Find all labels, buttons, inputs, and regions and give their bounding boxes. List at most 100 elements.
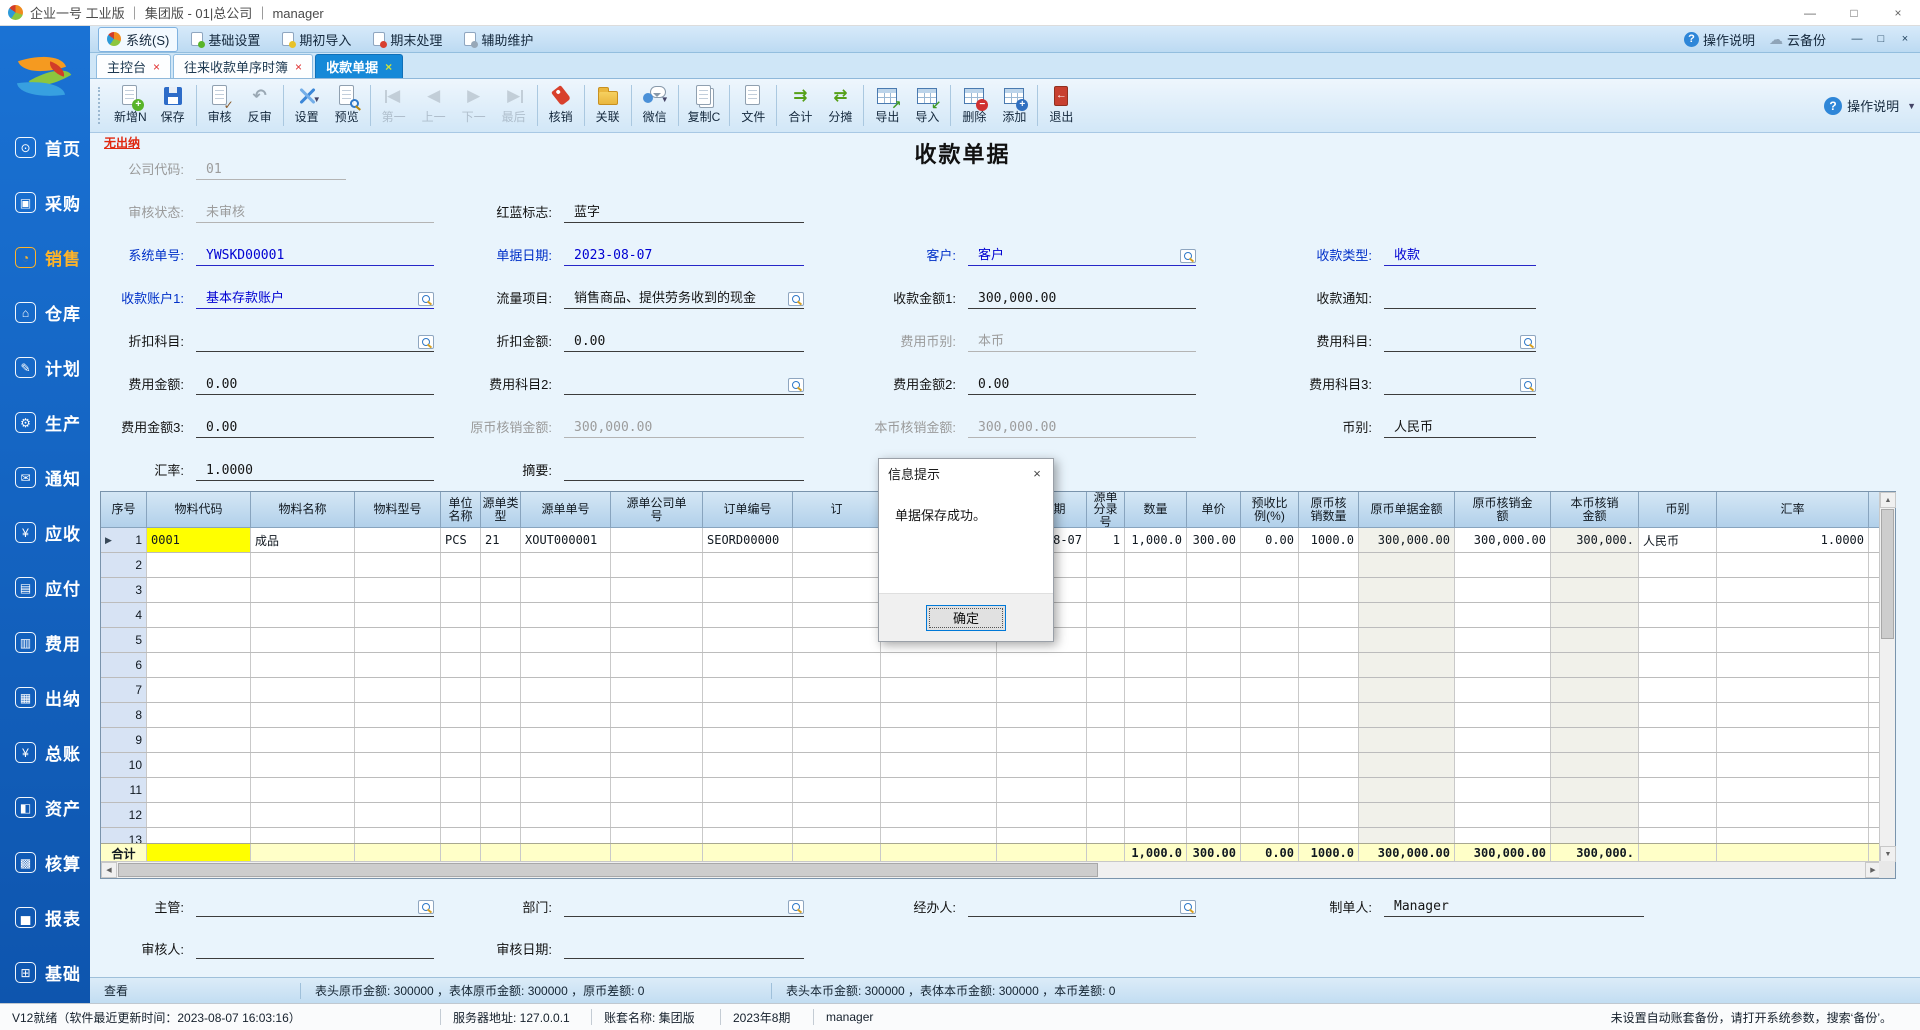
cell[interactable] <box>1455 778 1551 802</box>
cell[interactable] <box>881 653 997 677</box>
cell[interactable] <box>147 703 251 727</box>
cell[interactable] <box>1455 803 1551 827</box>
cell[interactable] <box>1187 803 1241 827</box>
append-button[interactable]: +添加 <box>994 79 1034 132</box>
cell[interactable] <box>1087 603 1125 627</box>
cell[interactable] <box>881 703 997 727</box>
cell[interactable] <box>793 628 881 652</box>
cell[interactable] <box>441 803 481 827</box>
cell[interactable] <box>1717 803 1869 827</box>
cell[interactable] <box>1241 828 1299 843</box>
column-header-7[interactable]: 源单公司单 号 <box>611 492 703 527</box>
cell[interactable] <box>251 728 355 752</box>
cell[interactable] <box>1241 778 1299 802</box>
cell[interactable] <box>611 778 703 802</box>
fee-amount-field[interactable]: 0.00 <box>196 373 434 395</box>
file-button[interactable]: 文件 <box>733 79 773 132</box>
cell[interactable] <box>1125 628 1187 652</box>
table-row[interactable]: 12 <box>101 803 1895 828</box>
cell[interactable] <box>1639 603 1717 627</box>
cell[interactable]: 300,000. <box>1551 528 1639 552</box>
audit-status-field[interactable]: 未审核 <box>196 201 434 223</box>
cell[interactable] <box>611 803 703 827</box>
scroll-down-icon[interactable]: ▼ <box>1880 846 1896 862</box>
cell[interactable] <box>1639 578 1717 602</box>
column-header-5[interactable]: 源单类 型 <box>481 492 521 527</box>
cell[interactable] <box>1187 603 1241 627</box>
cell[interactable] <box>1551 753 1639 777</box>
cell[interactable] <box>1241 678 1299 702</box>
cell[interactable] <box>1299 578 1359 602</box>
sum-button[interactable]: ⇉合计 <box>780 79 820 132</box>
fee-amount3-field[interactable]: 0.00 <box>196 416 434 438</box>
cell[interactable] <box>1551 628 1639 652</box>
table-row[interactable]: 8 <box>101 703 1895 728</box>
cell[interactable] <box>1717 828 1869 843</box>
cell[interactable] <box>441 753 481 777</box>
sidebar-item-accounting[interactable]: ▩核算 <box>0 835 90 890</box>
cell[interactable] <box>1359 603 1455 627</box>
cell[interactable] <box>611 653 703 677</box>
cell[interactable] <box>881 678 997 702</box>
cashflow-item-field[interactable]: 销售商品、提供劳务收到的现金 <box>564 287 804 309</box>
sidebar-item-sales[interactable]: ◔销售 <box>0 230 90 285</box>
cell[interactable] <box>147 628 251 652</box>
cell[interactable] <box>997 728 1087 752</box>
cell[interactable] <box>611 728 703 752</box>
cell[interactable] <box>521 628 611 652</box>
cell[interactable]: 1000.0 <box>1299 528 1359 552</box>
table-row[interactable]: 7 <box>101 678 1895 703</box>
cell[interactable] <box>1241 703 1299 727</box>
cell[interactable] <box>1299 778 1359 802</box>
cell[interactable] <box>1639 703 1717 727</box>
discount-account-field[interactable] <box>196 330 434 352</box>
doc-maker-field[interactable]: Manager <box>1384 895 1644 917</box>
cell[interactable] <box>611 528 703 552</box>
cell[interactable] <box>355 578 441 602</box>
cell[interactable] <box>481 653 521 677</box>
cell[interactable] <box>703 678 793 702</box>
sidebar-item-expense[interactable]: ▥费用 <box>0 615 90 670</box>
cell[interactable] <box>1639 803 1717 827</box>
column-header-15[interactable]: 预收比 例(%) <box>1241 492 1299 527</box>
cell[interactable] <box>1299 753 1359 777</box>
cell[interactable] <box>1087 653 1125 677</box>
cell[interactable]: 21 <box>481 528 521 552</box>
preview-button[interactable]: 预览 <box>327 79 367 132</box>
cell[interactable] <box>1087 553 1125 577</box>
row-indicator-cell[interactable]: 9 <box>101 728 147 752</box>
tab-close-icon[interactable]: × <box>153 60 160 74</box>
cell[interactable] <box>355 653 441 677</box>
cell[interactable] <box>147 803 251 827</box>
column-header-14[interactable]: 单价 <box>1187 492 1241 527</box>
cell[interactable] <box>703 828 793 843</box>
cell[interactable] <box>251 628 355 652</box>
cell[interactable] <box>611 553 703 577</box>
copy-button[interactable]: 复制C <box>682 79 727 132</box>
cell[interactable] <box>1551 653 1639 677</box>
cell[interactable] <box>147 578 251 602</box>
cell[interactable] <box>1241 603 1299 627</box>
cell[interactable] <box>793 728 881 752</box>
tab-receipt-doc[interactable]: 收款单据× <box>315 54 403 78</box>
cell[interactable] <box>147 678 251 702</box>
row-indicator-cell[interactable]: 10 <box>101 753 147 777</box>
receipt-amount1-field[interactable]: 300,000.00 <box>968 287 1196 309</box>
summary-field[interactable] <box>564 459 804 481</box>
cell[interactable] <box>793 603 881 627</box>
fee-account-field[interactable] <box>1384 330 1536 352</box>
row-indicator-cell[interactable]: 13 <box>101 828 147 843</box>
cell[interactable] <box>251 703 355 727</box>
cell[interactable] <box>1455 578 1551 602</box>
company-code-field[interactable]: 01 <box>196 158 346 180</box>
cell[interactable] <box>1125 678 1187 702</box>
cell[interactable] <box>355 603 441 627</box>
cell[interactable] <box>441 728 481 752</box>
scroll-left-icon[interactable]: ◀ <box>101 862 117 878</box>
row-indicator-cell[interactable]: 2 <box>101 553 147 577</box>
cell[interactable] <box>1455 628 1551 652</box>
exchange-rate-field[interactable]: 1.0000 <box>196 459 434 481</box>
cell[interactable] <box>1455 728 1551 752</box>
menu-system[interactable]: 系统(S) <box>98 27 178 52</box>
cell[interactable] <box>793 753 881 777</box>
